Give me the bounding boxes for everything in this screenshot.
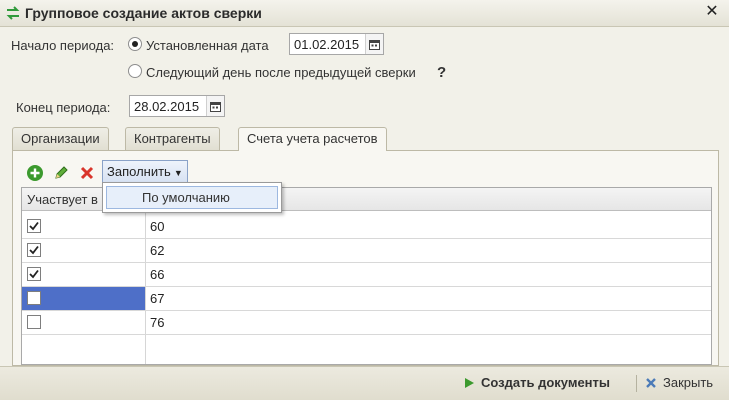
- row-check-cell[interactable]: [22, 263, 145, 286]
- tab-counterparties[interactable]: Контрагенты: [125, 127, 220, 150]
- account-cell: 60: [150, 219, 165, 234]
- tab-organizations[interactable]: Организации: [12, 127, 109, 150]
- row-check-cell[interactable]: [22, 239, 145, 262]
- radio-next-day[interactable]: [128, 64, 142, 78]
- calendar-icon[interactable]: [206, 96, 224, 116]
- period-start-label: Начало периода:: [11, 38, 115, 53]
- radio-fixed-date-label: Установленная дата: [146, 38, 269, 53]
- footer-divider: [636, 375, 637, 392]
- column-header-participates[interactable]: Участвует в: [27, 192, 98, 207]
- row-check-cell[interactable]: [22, 215, 145, 238]
- account-cell: 76: [150, 315, 165, 330]
- fill-dropdown-menu: По умолчанию: [102, 182, 282, 213]
- window-titlebar: Групповое создание актов сверки ✕: [0, 0, 729, 27]
- fill-button-label: Заполнить: [107, 164, 171, 179]
- tab-accounts[interactable]: Счета учета расчетов: [238, 127, 387, 151]
- table-row[interactable]: 76: [22, 311, 711, 335]
- end-date-value[interactable]: 28.02.2015: [130, 99, 206, 114]
- row-checkbox[interactable]: [27, 267, 41, 281]
- row-checkbox[interactable]: [27, 315, 41, 329]
- close-button[interactable]: Закрыть: [645, 375, 713, 390]
- start-date-field[interactable]: 01.02.2015: [289, 33, 384, 55]
- start-date-value[interactable]: 01.02.2015: [290, 37, 365, 52]
- account-cell: 66: [150, 267, 165, 282]
- account-cell: 67: [150, 291, 165, 306]
- pencil-icon[interactable]: [51, 163, 71, 183]
- close-x-icon: [645, 377, 657, 389]
- create-documents-label: Создать документы: [481, 375, 610, 390]
- row-checkbox[interactable]: [27, 219, 41, 233]
- menu-item-default[interactable]: По умолчанию: [106, 186, 278, 209]
- accounts-table: Участвует в 60 62 66 67 76: [21, 187, 712, 365]
- calendar-icon[interactable]: [365, 34, 383, 54]
- end-date-field[interactable]: 28.02.2015: [129, 95, 225, 117]
- table-row[interactable]: 67: [22, 287, 711, 311]
- window-title: Групповое создание актов сверки: [25, 5, 262, 21]
- row-check-cell-selected[interactable]: [22, 287, 145, 310]
- create-documents-button[interactable]: Создать документы: [464, 375, 610, 390]
- row-checkbox[interactable]: [27, 291, 41, 305]
- close-icon[interactable]: ✕: [703, 3, 721, 21]
- swap-arrows-icon: [5, 5, 21, 21]
- help-icon[interactable]: ?: [437, 64, 446, 81]
- period-end-label: Конец периода:: [16, 100, 111, 115]
- table-row[interactable]: 66: [22, 263, 711, 287]
- radio-next-day-label: Следующий день после предыдущей сверки: [146, 65, 416, 80]
- dialog-footer: Создать документы Закрыть: [0, 366, 729, 400]
- radio-fixed-date[interactable]: [128, 37, 142, 51]
- delete-icon[interactable]: [77, 163, 97, 183]
- add-icon[interactable]: [25, 163, 45, 183]
- account-cell: 62: [150, 243, 165, 258]
- row-checkbox[interactable]: [27, 243, 41, 257]
- table-row[interactable]: 62: [22, 239, 711, 263]
- play-icon: [464, 377, 475, 389]
- chevron-down-icon: ▼: [173, 168, 183, 178]
- close-label: Закрыть: [663, 375, 714, 390]
- row-check-cell[interactable]: [22, 311, 145, 334]
- table-row[interactable]: 60: [22, 215, 711, 239]
- fill-button[interactable]: Заполнить ▼: [102, 160, 188, 183]
